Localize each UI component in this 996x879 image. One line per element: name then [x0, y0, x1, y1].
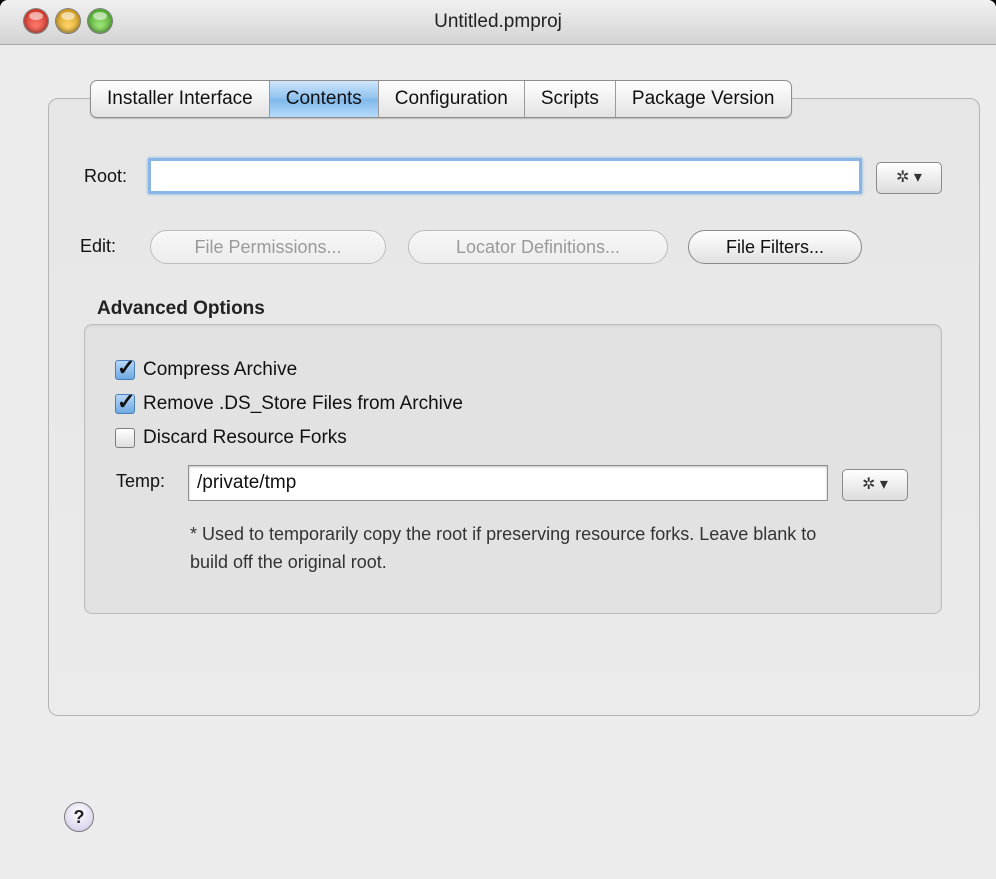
help-button[interactable]: ? [64, 802, 94, 832]
edit-label: Edit: [80, 236, 117, 256]
discard-resource-forks-label: Discard Resource Forks [143, 427, 347, 448]
temp-label: Temp: [116, 471, 166, 491]
advanced-options-title: Advanced Options [97, 298, 265, 319]
compress-archive-label: Compress Archive [143, 359, 298, 380]
window-title: Untitled.pmproj [434, 11, 562, 32]
temp-note: * Used to temporarily copy the root if p… [190, 524, 817, 572]
root-action-button[interactable]: ✲ ▾ [876, 162, 942, 194]
tab-contents[interactable]: Contents [269, 81, 379, 117]
tab-scripts[interactable]: Scripts [525, 81, 616, 117]
window: Untitled.pmproj Installer Interface Cont… [0, 0, 996, 879]
tab-package-version[interactable]: Package Version [616, 81, 791, 117]
root-input[interactable] [148, 158, 862, 194]
file-permissions-button[interactable]: File Permissions... [150, 230, 386, 264]
tab-bar: Installer Interface Contents Configurati… [90, 80, 792, 118]
locator-definitions-button[interactable]: Locator Definitions... [408, 230, 668, 264]
temp-path-input[interactable]: /private/tmp [188, 465, 828, 501]
discard-resource-forks-checkbox[interactable] [115, 428, 135, 448]
title-bar[interactable]: Untitled.pmproj [0, 0, 996, 45]
remove-ds-store-checkbox[interactable]: ✓ [115, 389, 135, 414]
gear-dropdown-icon: ✲ ▾ [862, 476, 888, 493]
discard-resource-forks-option[interactable]: Discard Resource Forks [115, 427, 347, 449]
gear-dropdown-icon: ✲ ▾ [896, 169, 922, 186]
file-filters-button[interactable]: File Filters... [688, 230, 862, 264]
remove-ds-store-label: Remove .DS_Store Files from Archive [143, 393, 463, 414]
tab-configuration[interactable]: Configuration [379, 81, 525, 117]
remove-ds-store-option[interactable]: ✓ Remove .DS_Store Files from Archive [115, 389, 463, 415]
checkmark-icon: ✓ [117, 389, 136, 414]
tab-installer-interface[interactable]: Installer Interface [91, 81, 270, 117]
root-label: Root: [84, 166, 128, 186]
temp-action-button[interactable]: ✲ ▾ [842, 469, 908, 501]
checkmark-icon: ✓ [117, 355, 136, 380]
question-mark-icon: ? [73, 807, 85, 827]
compress-archive-option[interactable]: ✓ Compress Archive [115, 355, 298, 381]
compress-archive-checkbox[interactable]: ✓ [115, 355, 135, 380]
